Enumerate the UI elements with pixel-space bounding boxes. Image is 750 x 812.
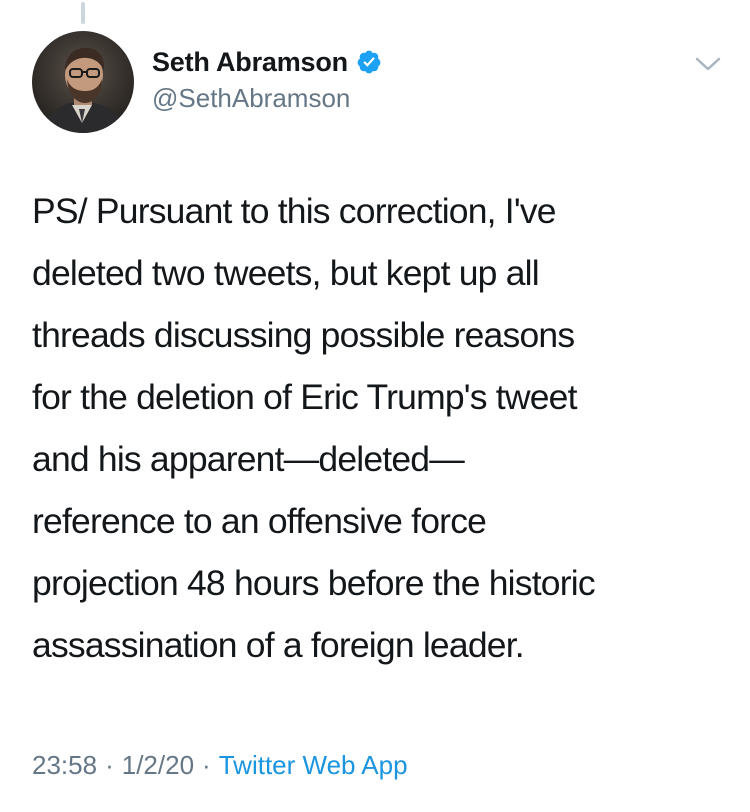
- chevron-down-icon[interactable]: [694, 55, 722, 73]
- verified-badge-icon: [356, 49, 382, 75]
- tweet-metadata: 23:58 · 1/2/20 · Twitter Web App: [32, 750, 408, 781]
- avatar-image: [32, 31, 134, 133]
- avatar[interactable]: [32, 31, 134, 133]
- meta-separator: ·: [202, 750, 211, 780]
- author-name-row[interactable]: Seth Abramson: [152, 45, 382, 79]
- tweet-source-link[interactable]: Twitter Web App: [219, 750, 408, 780]
- tweet-time[interactable]: 23:58: [32, 750, 97, 780]
- tweet-text: PS/ Pursuant to this correction, I've de…: [32, 191, 596, 665]
- tweet-card[interactable]: Seth Abramson @SethAbramson PS/ Pursuant…: [0, 0, 750, 812]
- thread-connector-line: [81, 2, 85, 24]
- author-display-name[interactable]: Seth Abramson: [152, 47, 348, 78]
- meta-separator: ·: [105, 750, 114, 780]
- tweet-date[interactable]: 1/2/20: [122, 750, 194, 780]
- author-handle[interactable]: @SethAbramson: [152, 83, 350, 114]
